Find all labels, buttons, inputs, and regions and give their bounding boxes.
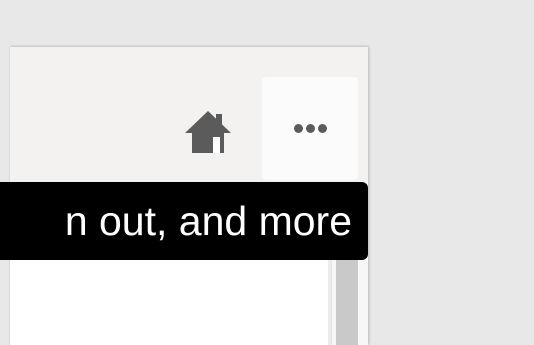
- toolbar: [10, 47, 368, 182]
- home-button[interactable]: [180, 105, 236, 157]
- tooltip-text: n out, and more: [64, 198, 352, 244]
- tooltip: n out, and more: [0, 182, 368, 260]
- home-icon: [185, 111, 231, 153]
- more-horizontal-icon: [293, 124, 327, 133]
- scrollbar-thumb[interactable]: [336, 260, 358, 345]
- backdrop-edge: [0, 0, 10, 345]
- more-options-button[interactable]: [262, 77, 358, 180]
- page-content: [10, 260, 368, 345]
